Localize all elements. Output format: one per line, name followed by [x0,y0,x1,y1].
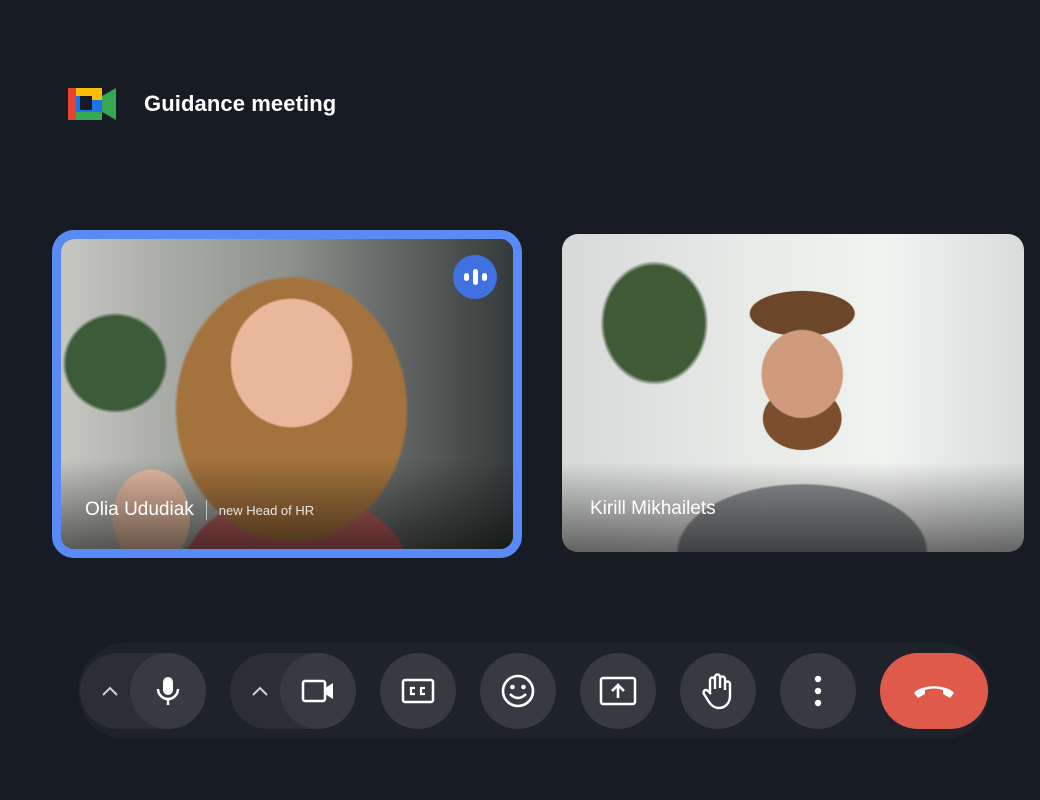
participant-name: Olia Ududiak [85,499,194,520]
meeting-title: Guidance meeting [144,91,337,116]
meeting-header: Guidance meeting [66,82,336,126]
more-vertical-icon [814,675,822,707]
more-options-button[interactable] [780,653,856,729]
end-call-icon [914,686,954,698]
emoji-button[interactable] [480,653,556,729]
captions-button[interactable] [380,653,456,729]
control-bar [78,643,990,739]
participant-role: new Head of HR [218,502,315,518]
google-meet-logo [68,88,116,120]
microphone-button[interactable] [130,653,206,729]
emoji-icon [501,674,535,708]
audio-indicator-icon [453,255,497,299]
end-call-button[interactable] [880,653,988,729]
camera-button[interactable] [280,653,356,729]
participant-label: Olia Ududiak new Head of HR [85,499,314,521]
participant-label: Kirill Mikhailets [590,498,716,520]
participant-tile-active[interactable]: Olia Ududiak new Head of HR [52,230,522,558]
participant-tile[interactable]: Kirill Mikhailets [562,234,1024,552]
raise-hand-button[interactable] [680,653,756,729]
camera-icon [301,679,333,703]
participant-name: Kirill Mikhailets [590,498,716,519]
raise-hand-icon [702,673,732,710]
closed-captions-icon [401,678,435,704]
divider [205,500,207,520]
present-button[interactable] [580,653,656,729]
microphone-icon [156,677,180,705]
present-screen-icon [599,676,637,706]
